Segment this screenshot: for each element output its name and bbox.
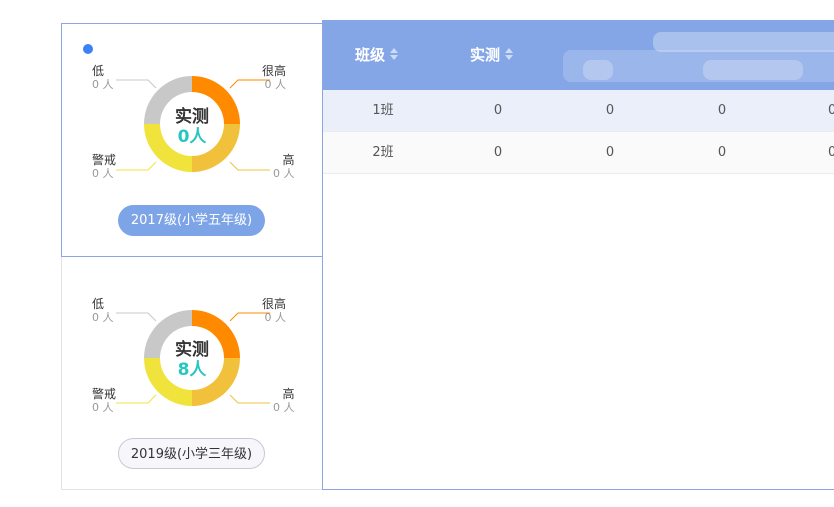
- table-cell: 2班: [372, 145, 394, 160]
- grade-card-2019[interactable]: 低 0 人 很高 0 人 警戒 0 人 高 0 人 实测 8人 2019级(小学…: [61, 257, 323, 490]
- table-row: 2班 0 0 0 0: [323, 132, 834, 174]
- legend-high-name: 高: [282, 387, 295, 401]
- page: 低 0 人 很高 0 人 警戒 0 人 高 0 人 实测 0人 2017级(小学…: [0, 0, 834, 507]
- legend-warning-count: 0 人: [92, 401, 114, 414]
- legend-very-high-name: 很高: [262, 64, 287, 78]
- legend-very-high-count: 0 人: [264, 311, 287, 324]
- connector-line-low: [116, 79, 157, 89]
- legend-low: 低 0 人: [92, 64, 114, 91]
- obscured-header-area: [653, 32, 834, 52]
- column-header-measured-label: 实测: [470, 46, 501, 64]
- legend-very-high: 很高 0 人: [262, 64, 286, 91]
- table-cell: 0: [605, 145, 615, 160]
- table-cell: 0: [493, 103, 503, 118]
- legend-low-name: 低: [92, 297, 105, 311]
- grade-card-2017[interactable]: 低 0 人 很高 0 人 警戒 0 人 高 0 人 实测 0人 2017级(小学…: [61, 23, 323, 257]
- legend-warning-name: 警戒: [92, 387, 117, 401]
- legend-warning-name: 警戒: [92, 153, 117, 167]
- column-header-measured[interactable]: 实测: [470, 20, 514, 90]
- legend-low-count: 0 人: [92, 311, 114, 324]
- table-cell: 0: [828, 132, 834, 174]
- legend-low-name: 低: [92, 64, 105, 78]
- legend-high: 高 0 人: [273, 387, 295, 414]
- table-cell: 1班: [372, 103, 394, 118]
- connector-line-high: [229, 394, 270, 404]
- connector-line-high: [229, 161, 270, 171]
- legend-warning: 警戒 0 人: [92, 153, 116, 180]
- table-header: 班级 实测: [323, 20, 834, 90]
- table-cell: 0: [717, 145, 727, 160]
- legend-high-count: 0 人: [273, 401, 295, 414]
- donut-center-count: 8人: [177, 360, 207, 380]
- donut-center-count: 0人: [177, 127, 207, 147]
- table-cell: 0: [828, 90, 834, 132]
- legend-low-count: 0 人: [92, 78, 114, 91]
- table-cell: 0: [493, 145, 503, 160]
- connector-line-low: [116, 312, 157, 322]
- legend-high-count: 0 人: [273, 167, 295, 180]
- legend-very-high-name: 很高: [262, 297, 287, 311]
- table-row: 1班 0 0 0 0: [323, 90, 834, 132]
- legend-very-high: 很高 0 人: [262, 297, 286, 324]
- table-cell: 0: [605, 103, 615, 118]
- connector-line-warning: [116, 394, 157, 404]
- class-table: 班级 实测 1班 0 0 0 0 2班 0 0 0 0: [322, 20, 834, 490]
- legend-warning: 警戒 0 人: [92, 387, 116, 414]
- donut-center-title: 实测: [175, 340, 209, 360]
- grade-button-2017[interactable]: 2017级(小学五年级): [118, 205, 265, 236]
- obscured-header-area: [583, 60, 613, 80]
- legend-high: 高 0 人: [273, 153, 295, 180]
- sort-icon[interactable]: [390, 47, 399, 60]
- donut-center-title: 实测: [175, 107, 209, 127]
- obscured-header-area: [703, 60, 803, 80]
- legend-warning-count: 0 人: [92, 167, 114, 180]
- legend-high-name: 高: [282, 153, 295, 167]
- legend-very-high-count: 0 人: [264, 78, 287, 91]
- sort-icon[interactable]: [505, 47, 514, 60]
- column-header-class-label: 班级: [355, 46, 386, 64]
- legend-low: 低 0 人: [92, 297, 114, 324]
- grade-button-2019[interactable]: 2019级(小学三年级): [118, 438, 265, 469]
- column-header-class[interactable]: 班级: [355, 20, 399, 90]
- table-cell: 0: [717, 103, 727, 118]
- connector-line-warning: [116, 161, 157, 171]
